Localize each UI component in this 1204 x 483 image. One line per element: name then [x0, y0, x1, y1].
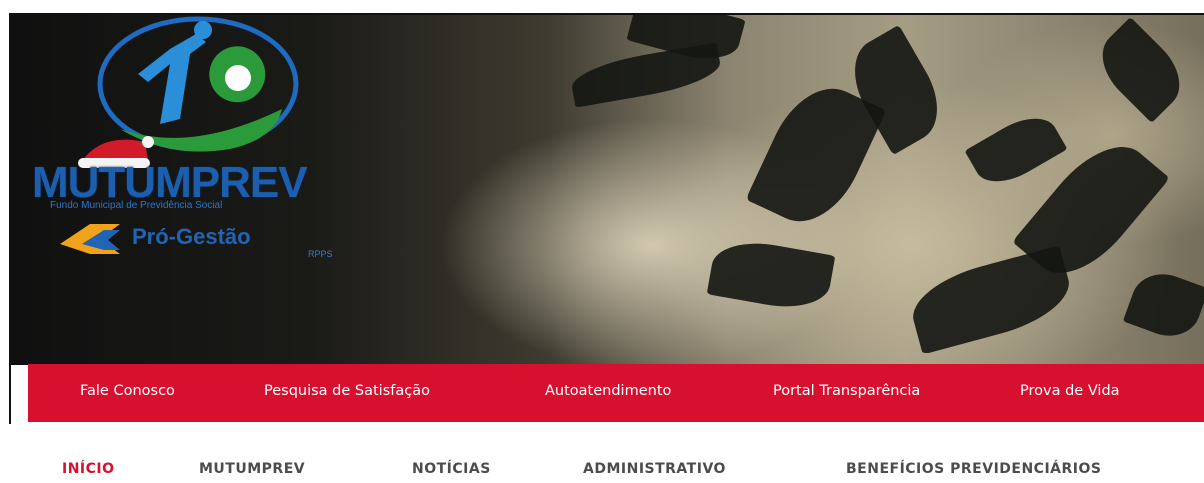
topnav-pesquisa-satisfacao[interactable]: Pesquisa de Satisfação: [264, 383, 430, 399]
foliage-decoration: [1122, 264, 1204, 346]
mainnav-administrativo[interactable]: ADMINISTRATIVO: [583, 461, 726, 477]
topnav-fale-conosco[interactable]: Fale Conosco: [80, 383, 175, 399]
mainnav-beneficios-previdenciarios[interactable]: BENEFÍCIOS PREVIDENCIÁRIOS: [846, 461, 1101, 477]
topnav-autoatendimento[interactable]: Autoatendimento: [545, 383, 671, 399]
page-border: [9, 13, 1204, 15]
brand-subtitle: Fundo Municipal de Previdência Social: [50, 200, 223, 211]
foliage-decoration: [1087, 16, 1195, 124]
mainnav-inicio[interactable]: INÍCIO: [62, 461, 115, 477]
foliage-decoration: [964, 105, 1068, 195]
page: MUTUMPREV Fundo Municipal de Previdência…: [0, 0, 1204, 483]
certification-label: Pró-Gestão: [132, 224, 251, 249]
topnav-prova-de-vida[interactable]: Prova de Vida: [1020, 383, 1120, 399]
site-logo[interactable]: MUTUMPREV Fundo Municipal de Previdência…: [20, 14, 380, 264]
foliage-decoration: [706, 235, 836, 315]
certification-sub-label: RPPS: [308, 249, 333, 259]
top-navigation: Fale Conosco Pesquisa de Satisfação Auto…: [28, 364, 1204, 422]
topnav-portal-transparencia[interactable]: Portal Transparência: [773, 383, 920, 399]
main-navigation: INÍCIO MUTUMPREV NOTÍCIAS ADMINISTRATIVO…: [0, 424, 1204, 483]
page-margin-top: [0, 0, 1204, 14]
mainnav-mutumprev[interactable]: MUTUMPREV: [199, 461, 305, 477]
page-border: [9, 14, 11, 424]
pro-gestao-logo-icon: [60, 224, 120, 254]
mainnav-noticias[interactable]: NOTÍCIAS: [412, 461, 491, 477]
